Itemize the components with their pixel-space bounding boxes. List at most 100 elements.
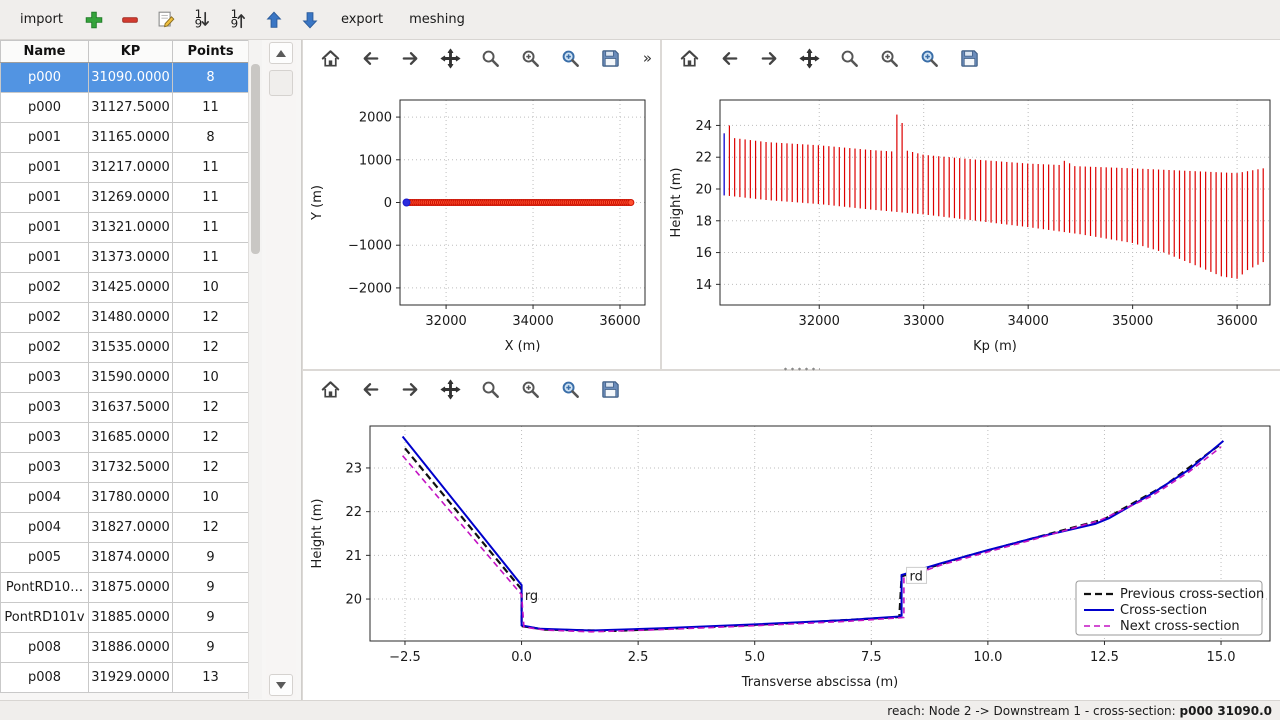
plan-view-chart[interactable]: 320003400036000−2000−1000010002000X (m)Y… (303, 76, 660, 368)
home-button[interactable] (676, 45, 703, 72)
table-row[interactable]: p005 31874.0000 9 (1, 543, 249, 573)
table-scrollbar[interactable] (248, 40, 262, 699)
back-button[interactable] (716, 45, 743, 72)
cell-kp[interactable]: 31590.0000 (89, 363, 173, 393)
cell-kp[interactable]: 31875.0000 (89, 573, 173, 603)
toolbar-overflow-chevron[interactable]: » (643, 49, 660, 67)
cell-kp[interactable]: 31269.0000 (89, 183, 173, 213)
zoom-button[interactable] (836, 45, 863, 72)
home-button[interactable] (317, 376, 344, 403)
table-row[interactable]: p001 31217.0000 11 (1, 153, 249, 183)
table-row[interactable]: p008 31886.0000 9 (1, 633, 249, 663)
table-row[interactable]: p008 31929.0000 13 (1, 663, 249, 693)
panel-scrollbar[interactable] (266, 42, 296, 698)
cell-name[interactable]: p008 (1, 633, 89, 663)
cell-points[interactable]: 12 (173, 393, 249, 423)
zoom-in-button[interactable] (876, 45, 903, 72)
zoom-region-button[interactable] (557, 376, 584, 403)
table-scrollbar-thumb[interactable] (251, 64, 260, 254)
cell-points[interactable]: 11 (173, 213, 249, 243)
cell-name[interactable]: p003 (1, 453, 89, 483)
cell-name[interactable]: p002 (1, 333, 89, 363)
sort-ascending-button[interactable] (223, 5, 253, 35)
cell-kp[interactable]: 31886.0000 (89, 633, 173, 663)
cell-kp[interactable]: 31165.0000 (89, 123, 173, 153)
cell-points[interactable]: 12 (173, 453, 249, 483)
cell-name[interactable]: p000 (1, 93, 89, 123)
cell-kp[interactable]: 31090.0000 (89, 63, 173, 93)
cell-kp[interactable]: 31637.5000 (89, 393, 173, 423)
table-row[interactable]: PontRD101v 31885.0000 9 (1, 603, 249, 633)
zoom-button[interactable] (477, 376, 504, 403)
scroll-down-button[interactable] (269, 674, 293, 696)
cell-points[interactable]: 10 (173, 273, 249, 303)
table-row[interactable]: p004 31827.0000 12 (1, 513, 249, 543)
cell-points[interactable]: 13 (173, 663, 249, 693)
cell-name[interactable]: p001 (1, 243, 89, 273)
add-cross-section-button[interactable] (79, 5, 109, 35)
table-row[interactable]: p003 31685.0000 12 (1, 423, 249, 453)
cell-points[interactable]: 11 (173, 93, 249, 123)
cell-kp[interactable]: 31480.0000 (89, 303, 173, 333)
move-down-button[interactable] (295, 5, 325, 35)
zoom-in-button[interactable] (517, 45, 544, 72)
pan-button[interactable] (437, 45, 464, 72)
cell-points[interactable]: 11 (173, 243, 249, 273)
edit-cross-section-button[interactable] (151, 5, 181, 35)
cell-kp[interactable]: 31827.0000 (89, 513, 173, 543)
home-button[interactable] (317, 45, 344, 72)
table-row[interactable]: p003 31590.0000 10 (1, 363, 249, 393)
cell-name[interactable]: p004 (1, 513, 89, 543)
meshing-button[interactable]: meshing (399, 6, 475, 33)
zoom-in-button[interactable] (517, 376, 544, 403)
cell-points[interactable]: 10 (173, 483, 249, 513)
cell-points[interactable]: 9 (173, 543, 249, 573)
table-row[interactable]: p000 31090.0000 8 (1, 63, 249, 93)
cell-kp[interactable]: 31780.0000 (89, 483, 173, 513)
zoom-region-button[interactable] (916, 45, 943, 72)
panel-scrollbar-thumb[interactable] (269, 70, 293, 96)
cell-name[interactable]: p008 (1, 663, 89, 693)
cell-name[interactable]: p003 (1, 363, 89, 393)
cell-name[interactable]: p001 (1, 213, 89, 243)
export-button[interactable]: export (331, 6, 393, 33)
zoom-region-button[interactable] (557, 45, 584, 72)
column-header-points[interactable]: Points (173, 41, 249, 63)
remove-cross-section-button[interactable] (115, 5, 145, 35)
cell-points[interactable]: 9 (173, 633, 249, 663)
table-row[interactable]: p002 31425.0000 10 (1, 273, 249, 303)
cell-name[interactable]: PontRD101v (1, 603, 89, 633)
forward-button[interactable] (397, 45, 424, 72)
splitter-handle[interactable] (782, 367, 820, 371)
cell-kp[interactable]: 31127.5000 (89, 93, 173, 123)
cell-name[interactable]: p003 (1, 393, 89, 423)
table-row[interactable]: p001 31373.0000 11 (1, 243, 249, 273)
cell-name[interactable]: p003 (1, 423, 89, 453)
cell-kp[interactable]: 31535.0000 (89, 333, 173, 363)
pan-button[interactable] (437, 376, 464, 403)
cell-points[interactable]: 12 (173, 513, 249, 543)
cell-kp[interactable]: 31685.0000 (89, 423, 173, 453)
table-row[interactable]: p001 31165.0000 8 (1, 123, 249, 153)
cell-kp[interactable]: 31732.5000 (89, 453, 173, 483)
table-row[interactable]: p001 31269.0000 11 (1, 183, 249, 213)
cell-points[interactable]: 12 (173, 423, 249, 453)
cell-kp[interactable]: 31425.0000 (89, 273, 173, 303)
table-row[interactable]: p004 31780.0000 10 (1, 483, 249, 513)
import-button[interactable]: import (10, 6, 73, 33)
cell-kp[interactable]: 31874.0000 (89, 543, 173, 573)
back-button[interactable] (357, 376, 384, 403)
cell-name[interactable]: p005 (1, 543, 89, 573)
cell-points[interactable]: 8 (173, 123, 249, 153)
cell-name[interactable]: p001 (1, 153, 89, 183)
save-figure-button[interactable] (597, 45, 624, 72)
table-row[interactable]: p002 31480.0000 12 (1, 303, 249, 333)
cell-name[interactable]: p004 (1, 483, 89, 513)
cell-points[interactable]: 10 (173, 363, 249, 393)
forward-button[interactable] (756, 45, 783, 72)
longitudinal-profile-chart[interactable]: 3200033000340003500036000141618202224Kp … (662, 76, 1280, 368)
table-row[interactable]: p002 31535.0000 12 (1, 333, 249, 363)
table-row[interactable]: p003 31637.5000 12 (1, 393, 249, 423)
pan-button[interactable] (796, 45, 823, 72)
column-header-kp[interactable]: KP (89, 41, 173, 63)
